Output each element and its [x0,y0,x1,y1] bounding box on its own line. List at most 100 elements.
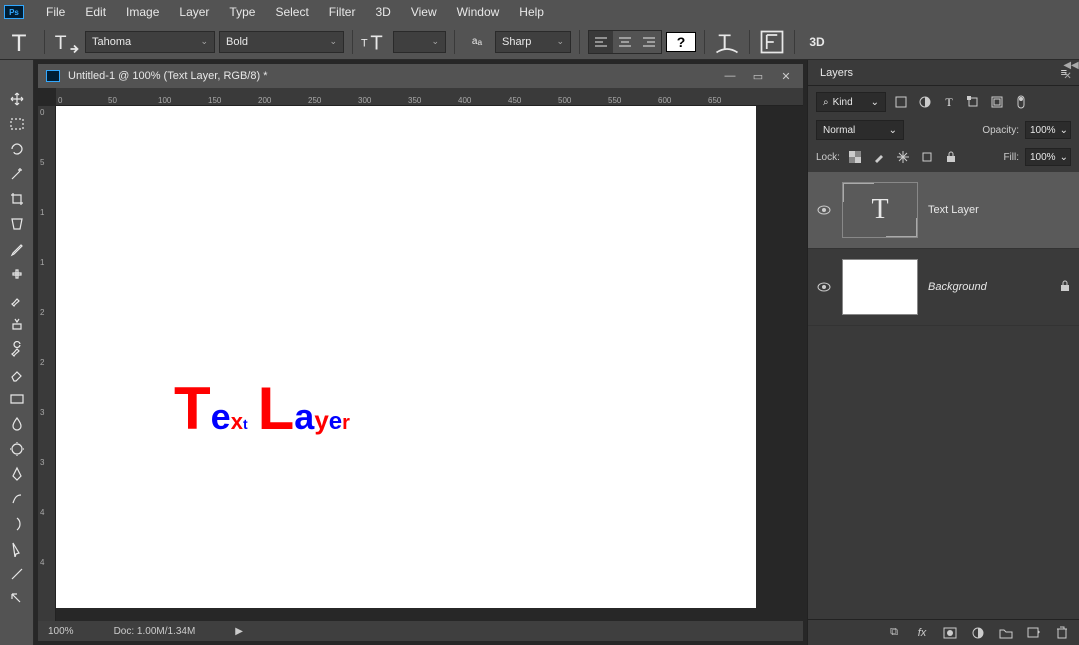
filter-shape-icon[interactable] [964,93,982,111]
canvas[interactable]: Text Layer [56,106,756,608]
options-bar: T T Tahoma⌄ Bold⌄ TT ⌄ aa Sharp⌄ ? T 3D [0,24,1079,60]
maximize-button[interactable]: ▭ [749,69,767,83]
filter-smart-icon[interactable] [988,93,1006,111]
pen-tool[interactable] [5,463,29,485]
perspective-tool[interactable] [5,213,29,235]
magic-wand-tool[interactable] [5,163,29,185]
menu-type[interactable]: Type [219,1,265,23]
gradient-tool[interactable] [5,388,29,410]
menu-file[interactable]: File [36,1,75,23]
history-brush-tool[interactable] [5,338,29,360]
menu-help[interactable]: Help [509,1,554,23]
document-title: Untitled-1 @ 100% (Text Layer, RGB/8) * [68,70,713,82]
layer-filter-kind-dropdown[interactable]: ⌕Kind⌄ [816,92,886,112]
path-select-tool[interactable] [5,538,29,560]
menu-select[interactable]: Select [265,1,318,23]
layer-name-label[interactable]: Text Layer [928,204,1071,216]
layer-group-icon[interactable] [999,626,1013,640]
dodge-tool[interactable] [5,438,29,460]
minimize-button[interactable]: — [721,69,739,83]
menu-3d[interactable]: 3D [365,1,400,23]
align-center-button[interactable] [613,31,637,53]
visibility-toggle[interactable] [816,281,832,293]
horizontal-ruler[interactable]: 050100150200250300350400450500550600650 [56,88,803,106]
layer-fx-icon[interactable]: fx [915,626,929,640]
close-button[interactable]: ✕ [777,69,795,83]
filter-adjustment-icon[interactable] [916,93,934,111]
new-layer-icon[interactable] [1027,626,1041,640]
marquee-rect-tool[interactable] [5,113,29,135]
zoom-level[interactable]: 100% [48,626,74,637]
panel-collapse-icon[interactable]: ◀◀✕ [1065,60,1077,82]
type-tool-icon: T [8,30,36,54]
menu-window[interactable]: Window [447,1,510,23]
menu-layer[interactable]: Layer [169,1,219,23]
font-weight-dropdown[interactable]: Bold⌄ [219,31,344,53]
crop-tool[interactable] [5,188,29,210]
freeform-pen-tool[interactable] [5,488,29,510]
svg-text:T: T [12,29,27,55]
layer-row[interactable]: Background [808,249,1079,326]
link-layers-icon[interactable]: ⧉ [887,626,901,640]
align-left-button[interactable] [589,31,613,53]
layer-row[interactable]: T Text Layer [808,172,1079,249]
layer-name-label[interactable]: Background [928,281,1049,293]
layer-thumbnail[interactable]: T [842,182,918,238]
healing-tool[interactable] [5,263,29,285]
menu-filter[interactable]: Filter [319,1,366,23]
status-bar: 100% Doc: 1.00M/1.34M ▶ [38,621,803,641]
type-orientation-icon[interactable]: T [53,30,81,54]
layers-list[interactable]: T Text Layer Background [808,172,1079,619]
menu-image[interactable]: Image [116,1,169,23]
fill-input[interactable]: 100%⌄ [1025,148,1071,166]
delete-layer-icon[interactable] [1055,626,1069,640]
align-right-button[interactable] [637,31,661,53]
eraser-tool[interactable] [5,363,29,385]
visibility-toggle[interactable] [816,204,832,216]
layers-panel: Layers ≡ ⌕Kind⌄ T Normal⌄ Opacity: 100%⌄… [807,60,1079,645]
font-size-dropdown[interactable]: ⌄ [393,31,446,53]
filter-pixel-icon[interactable] [892,93,910,111]
adjustment-layer-icon[interactable] [971,626,985,640]
menu-edit[interactable]: Edit [75,1,116,23]
curvature-pen-tool[interactable] [5,513,29,535]
layers-panel-tab[interactable]: Layers ≡ [808,60,1079,86]
lock-all-icon[interactable] [942,148,960,166]
layers-panel-footer: ⧉ fx [808,619,1079,645]
blur-tool[interactable] [5,413,29,435]
character-panel-icon[interactable] [758,30,786,54]
menu-view[interactable]: View [401,1,447,23]
lock-transparency-icon[interactable] [846,148,864,166]
layer-mask-icon[interactable] [943,626,957,640]
document-workspace: Untitled-1 @ 100% (Text Layer, RGB/8) * … [34,60,807,645]
warp-text-icon[interactable]: T [713,30,741,54]
lock-paint-icon[interactable] [870,148,888,166]
doc-size-stat[interactable]: Doc: 1.00M/1.34M [114,626,196,637]
document-titlebar: Untitled-1 @ 100% (Text Layer, RGB/8) * … [38,64,803,88]
lock-position-icon[interactable] [894,148,912,166]
lock-artboard-icon[interactable] [918,148,936,166]
canvas-viewport[interactable]: Text Layer [56,106,803,621]
anti-alias-icon: aa [463,30,491,54]
opacity-input[interactable]: 100%⌄ [1025,121,1071,139]
move-tool[interactable] [5,88,29,110]
text-color-swatch[interactable]: ? [666,32,696,52]
3d-button[interactable]: 3D [803,30,831,54]
blend-mode-dropdown[interactable]: Normal⌄ [816,120,904,140]
filter-type-icon[interactable]: T [940,93,958,111]
vertical-ruler[interactable]: 0511223344 [38,106,56,621]
layer-thumbnail[interactable] [842,259,918,315]
tools-panel [0,60,34,645]
filter-toggle-icon[interactable] [1012,93,1030,111]
anti-alias-dropdown[interactable]: Sharp⌄ [495,31,571,53]
text-layer-content[interactable]: Text Layer [174,374,350,443]
clone-tool[interactable] [5,313,29,335]
arrow-tool[interactable] [5,588,29,610]
font-family-dropdown[interactable]: Tahoma⌄ [85,31,215,53]
status-flyout-icon[interactable]: ▶ [235,626,243,637]
lasso-tool[interactable] [5,138,29,160]
eyedropper-tool[interactable] [5,238,29,260]
photoshop-logo: Ps [4,5,24,19]
line-tool[interactable] [5,563,29,585]
brush-tool[interactable] [5,288,29,310]
